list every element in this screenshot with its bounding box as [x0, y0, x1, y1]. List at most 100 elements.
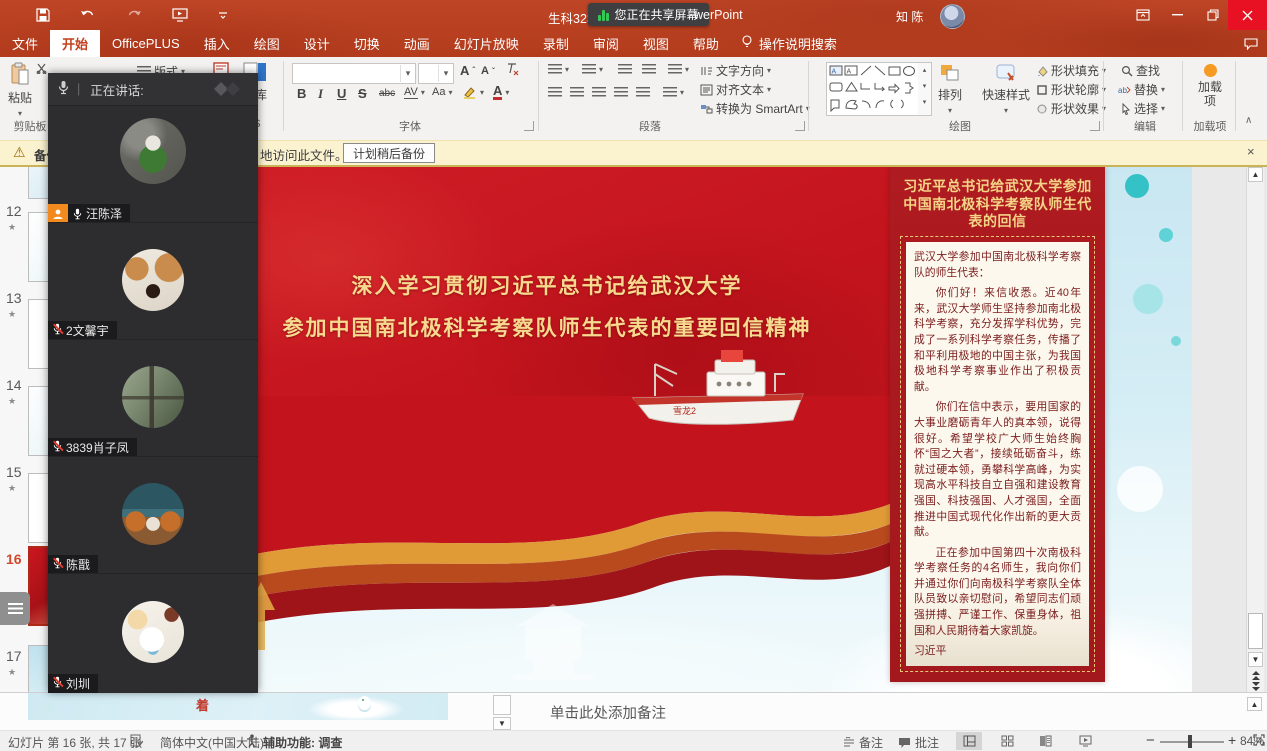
- shapes-scroll[interactable]: ▴▾▾: [918, 62, 932, 116]
- justify-icon[interactable]: [614, 87, 628, 98]
- thumb-slide-12[interactable]: [28, 212, 49, 282]
- comments-bubble-icon[interactable]: [1238, 34, 1264, 54]
- align-left-icon[interactable]: [548, 87, 562, 98]
- tab-design[interactable]: 设计: [292, 30, 342, 57]
- tab-help[interactable]: 帮助: [681, 30, 731, 57]
- notes-scroll-down[interactable]: ▼: [493, 717, 511, 730]
- slide-editing-area[interactable]: 深入学习贯彻习近平总书记给武汉大学 参加中国南北极科学考察队师生代表的重要回信精…: [187, 166, 1192, 692]
- tab-officeplus[interactable]: OfficePLUS: [100, 30, 192, 57]
- replace-button[interactable]: ab替换▾: [1118, 81, 1165, 98]
- slide-counter[interactable]: 幻灯片 第 16 张, 共 17 张: [8, 734, 142, 751]
- distribute-icon[interactable]: [636, 87, 650, 98]
- meeting-panel-header[interactable]: | 正在讲话:: [48, 73, 258, 106]
- shape-fill-button[interactable]: 形状填充▾: [1036, 62, 1106, 79]
- shadow-button[interactable]: abc: [379, 88, 395, 99]
- participant-tile[interactable]: 汪陈泽: [48, 105, 258, 223]
- normal-view-button[interactable]: [956, 732, 982, 750]
- minimize-button[interactable]: [1162, 0, 1192, 30]
- highlight-button[interactable]: ▾: [463, 86, 484, 99]
- slide-vertical-scrollbar[interactable]: ▲ ▼: [1246, 166, 1264, 692]
- find-button[interactable]: 查找: [1121, 62, 1160, 79]
- smartart-button[interactable]: 转换为 SmartArt▾: [700, 100, 810, 117]
- shapes-gallery[interactable]: A A: [826, 62, 920, 116]
- tab-home[interactable]: 开始: [50, 30, 100, 57]
- arrange-button[interactable]: 排列▾: [938, 63, 962, 115]
- notes-scroll-thumb[interactable]: [493, 695, 511, 715]
- tab-view[interactable]: 视图: [631, 30, 681, 57]
- undo-icon[interactable]: [80, 9, 96, 22]
- meeting-participants-panel[interactable]: | 正在讲话: 汪陈泽 2文馨宇 3839肖子凤: [48, 73, 258, 692]
- paste-button[interactable]: 粘贴▾: [8, 62, 32, 118]
- tab-record[interactable]: 录制: [531, 30, 581, 57]
- letter-panel[interactable]: 习近平总书记给武汉大学参加 中国南北极科学考察队师生代 表的回信 武汉大学参加中…: [890, 166, 1105, 682]
- scroll-down-button[interactable]: ▼: [1248, 652, 1263, 667]
- scroll-up-button[interactable]: ▲: [1248, 167, 1263, 182]
- tab-transitions[interactable]: 切换: [342, 30, 392, 57]
- previous-slide-button[interactable]: [1248, 670, 1263, 681]
- change-case-button[interactable]: Aa▾: [432, 86, 452, 98]
- addins-button[interactable]: 加载项: [1188, 64, 1232, 108]
- font-name-combo[interactable]: ▾: [292, 63, 416, 84]
- participant-tile[interactable]: 2文馨宇: [48, 222, 258, 340]
- collapse-ribbon-icon[interactable]: ∧: [1245, 115, 1252, 126]
- paragraph-dialog-launcher[interactable]: [795, 121, 805, 131]
- cut-icon[interactable]: [36, 63, 47, 74]
- zoom-slider-thumb[interactable]: [1188, 735, 1192, 748]
- collapsed-panel-handle[interactable]: [0, 592, 30, 625]
- italic-button[interactable]: I: [318, 86, 323, 102]
- participant-tile[interactable]: 陈戬: [48, 456, 258, 574]
- char-spacing-button[interactable]: AV▾: [404, 86, 425, 99]
- start-slideshow-icon[interactable]: [172, 8, 188, 22]
- redo-icon[interactable]: [126, 9, 142, 22]
- shape-outline-button[interactable]: 形状轮廓▾: [1036, 81, 1106, 98]
- tab-animations[interactable]: 动画: [392, 30, 442, 57]
- save-icon[interactable]: [36, 8, 50, 22]
- spellcheck-icon[interactable]: [130, 734, 143, 747]
- tab-file[interactable]: 文件: [0, 30, 50, 57]
- accessibility-status[interactable]: 辅助功能: 调查: [263, 734, 342, 751]
- zoom-slider-track[interactable]: [1160, 741, 1224, 743]
- underline-button[interactable]: U: [337, 86, 346, 101]
- tab-review[interactable]: 审阅: [581, 30, 631, 57]
- schedule-backup-button[interactable]: 计划稍后备份: [343, 143, 435, 163]
- font-dialog-launcher[interactable]: [524, 121, 534, 131]
- slideshow-view-button[interactable]: [1072, 732, 1098, 750]
- text-direction-button[interactable]: 文字方向▾: [700, 62, 771, 79]
- close-button[interactable]: [1228, 0, 1267, 30]
- align-right-icon[interactable]: [592, 87, 606, 98]
- font-color-button[interactable]: A▾: [493, 85, 509, 100]
- columns-button[interactable]: ▾: [663, 87, 684, 98]
- tab-draw[interactable]: 绘图: [242, 30, 292, 57]
- strikethrough-button[interactable]: S: [358, 86, 367, 101]
- line-spacing-button[interactable]: ▾: [668, 64, 689, 75]
- ribbon-display-options-icon[interactable]: [1128, 0, 1158, 30]
- participant-tile[interactable]: 刘圳: [48, 573, 258, 693]
- notes-scroll-up[interactable]: ▲: [1247, 697, 1262, 711]
- slide-sorter-view-button[interactable]: [994, 732, 1020, 750]
- next-slide-button[interactable]: [1248, 681, 1263, 692]
- shrink-font-button[interactable]: Aˇ: [481, 65, 495, 77]
- participant-tile[interactable]: 3839肖子凤: [48, 339, 258, 457]
- comments-toggle[interactable]: 批注: [898, 734, 939, 751]
- zoom-out-button[interactable]: −: [1146, 732, 1155, 749]
- align-center-icon[interactable]: [570, 87, 584, 98]
- bullets-button[interactable]: ▾: [548, 64, 569, 75]
- fit-to-window-icon[interactable]: [1252, 733, 1266, 747]
- increase-indent-icon[interactable]: [642, 64, 656, 75]
- grow-font-button[interactable]: Aˆ: [460, 63, 475, 78]
- tab-slideshow[interactable]: 幻灯片放映: [442, 30, 531, 57]
- account-name[interactable]: 知 陈: [896, 8, 923, 25]
- font-size-combo[interactable]: ▾: [418, 63, 454, 84]
- notes-toggle[interactable]: 备注: [843, 734, 883, 751]
- select-button[interactable]: 选择▾: [1121, 100, 1165, 117]
- notes-area[interactable]: 着 ▼ 单击此处添加备注 ▲: [0, 692, 1267, 731]
- scrollbar-thumb[interactable]: [1248, 613, 1263, 649]
- tab-tellme[interactable]: 操作说明搜索: [731, 30, 847, 57]
- customize-qat-icon[interactable]: [218, 10, 228, 20]
- thumb-slide-15[interactable]: [28, 473, 49, 543]
- numbering-button[interactable]: ▾: [582, 64, 603, 75]
- thumb-slide-13[interactable]: [28, 299, 49, 369]
- quick-styles-button[interactable]: 快速样式▾: [982, 63, 1030, 115]
- tab-insert[interactable]: 插入: [192, 30, 242, 57]
- account-avatar[interactable]: [940, 4, 965, 29]
